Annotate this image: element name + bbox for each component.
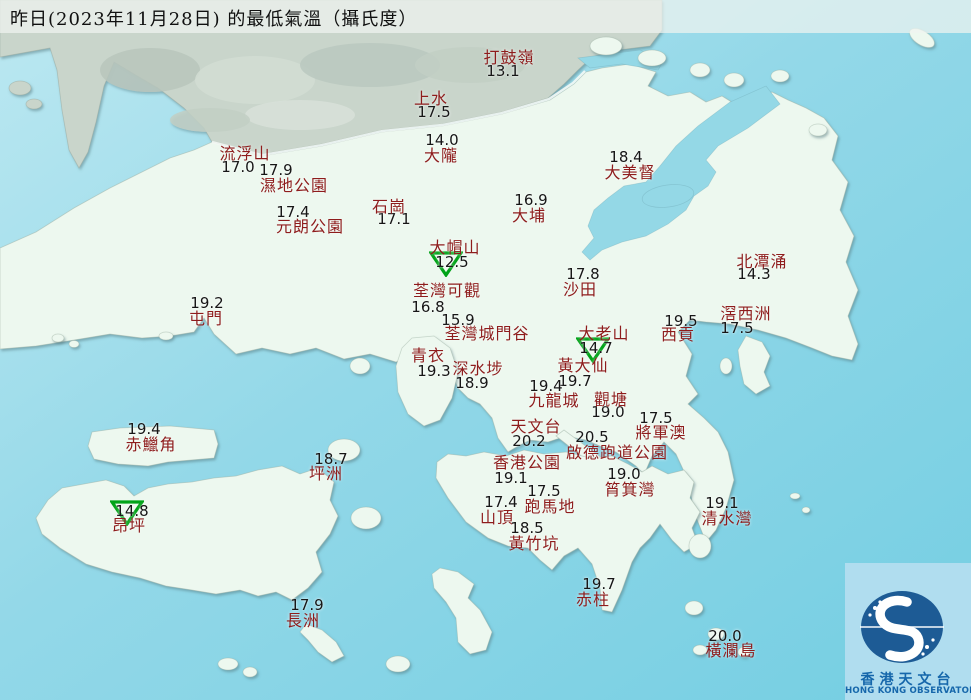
station-name-label: 石崗 — [371, 197, 407, 216]
station-name-label: 啟德跑道公園 — [565, 443, 669, 462]
station-name-label: 跑馬地 — [524, 497, 576, 516]
station-name-label: 山頂 — [479, 508, 515, 527]
station-name-label: 西貢 — [660, 325, 696, 344]
station-name-label: 赤柱 — [575, 590, 611, 609]
station-name-label: 荃灣城門谷 — [444, 324, 530, 343]
page-title: 昨日(2023年11月28日) 的最低氣溫（攝氏度） — [10, 9, 418, 30]
station-name-label: 橫瀾島 — [705, 641, 757, 660]
station-name-label: 坪洲 — [308, 464, 344, 483]
station-name-label: 青衣 — [410, 346, 446, 365]
station-name-label: 大美督 — [604, 163, 656, 182]
station-name-label: 黃竹坑 — [508, 534, 560, 553]
station-name-label: 元朗公園 — [275, 217, 345, 236]
hko-logo: 香港天文台 HONG KONG OBSERVATORY — [845, 563, 971, 700]
weather-map-page: 昨日(2023年11月28日) 的最低氣溫（攝氏度） 13.1 打鼓嶺 17.5 上水… — [0, 0, 971, 700]
station-name-label: 沙田 — [562, 280, 598, 299]
station-name-label: 屯門 — [188, 309, 224, 328]
station-name-label: 滘西洲 — [720, 304, 772, 323]
station-name-label: 大隴 — [423, 146, 459, 165]
station-name-label: 打鼓嶺 — [483, 48, 535, 67]
station-name-label: 長洲 — [285, 611, 321, 630]
station-name-label: 荃灣可觀 — [412, 281, 482, 300]
station-name-label: 上水 — [413, 89, 449, 108]
station-name-label: 香港公園 — [492, 453, 562, 472]
station-name-label: 大埔 — [511, 206, 547, 225]
station-name-label: 大老山 — [578, 324, 630, 343]
station-name-label: 天文台 — [510, 417, 562, 436]
hko-logo-icon — [860, 591, 944, 663]
station-name-label: 濕地公園 — [259, 176, 329, 195]
station-name-label: 赤鱲角 — [125, 435, 177, 454]
station-name-label: 昂坪 — [111, 516, 147, 535]
station-name-label: 清水灣 — [701, 509, 753, 528]
station-name-label: 九龍城 — [528, 391, 580, 410]
station-name-label: 筲箕灣 — [604, 480, 656, 499]
station-name-label: 觀塘 — [593, 390, 629, 409]
station-name-label: 北潭涌 — [736, 252, 788, 271]
station-layer: 13.1 打鼓嶺 17.5 上水 14.0 大隴 18.4 大美督 17.0 流浮山 17.9 濕地公… — [0, 0, 971, 700]
hko-logo-english-name: HONG KONG OBSERVATORY — [845, 686, 971, 696]
station-name-label: 大帽山 — [429, 238, 481, 257]
station-name-label: 黃大仙 — [557, 356, 609, 375]
station-name-label: 深水埗 — [452, 359, 504, 378]
